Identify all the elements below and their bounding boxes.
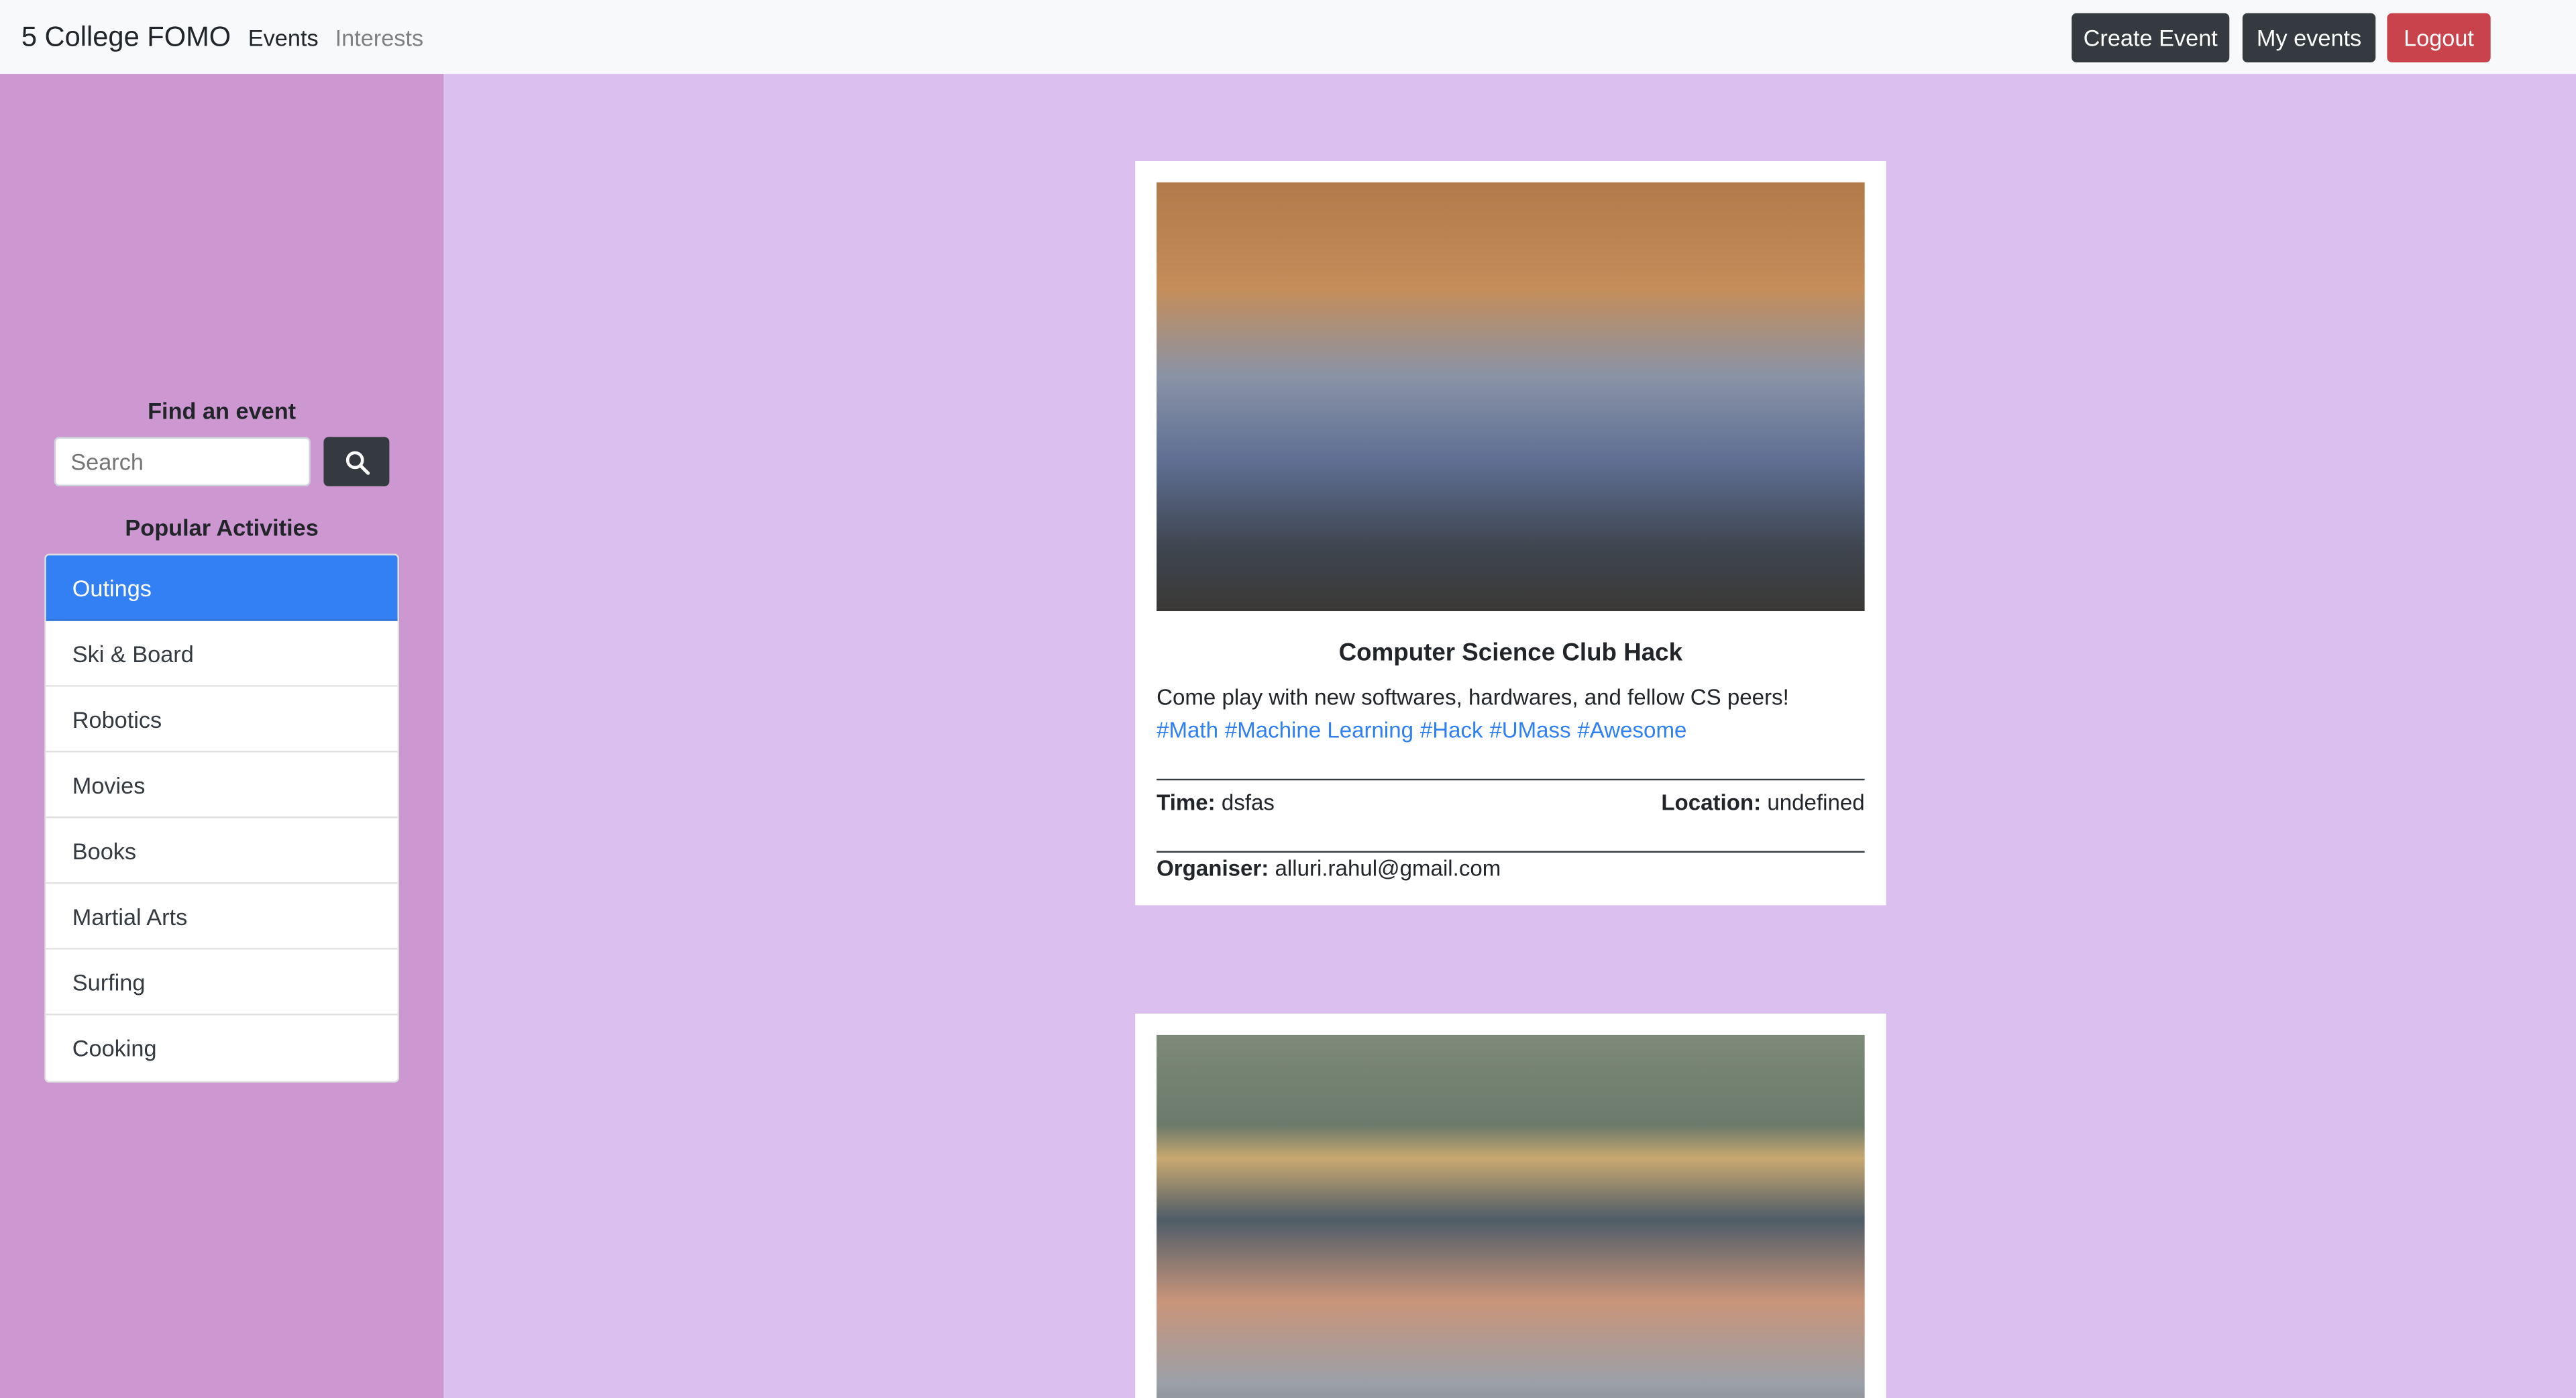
popular-activities-heading: Popular Activities bbox=[125, 514, 319, 541]
event-image bbox=[1157, 1034, 1865, 1398]
event-title: Computer Science Club Hack bbox=[1338, 639, 1683, 667]
organiser-label: Organiser: bbox=[1157, 855, 1269, 881]
search-icon bbox=[345, 450, 369, 474]
time-location-row: Time: dsfas Location: undefined bbox=[1157, 790, 1865, 815]
tag-link[interactable]: #UMass bbox=[1489, 718, 1570, 743]
event-location: Location: undefined bbox=[1661, 790, 1864, 815]
activity-list: Outings Ski & Board Robotics Movies Book… bbox=[44, 553, 400, 1083]
brand-logo[interactable]: 5 College FOMO bbox=[21, 21, 231, 54]
activity-item[interactable]: Robotics bbox=[46, 687, 398, 753]
tag-link[interactable]: #Math bbox=[1157, 718, 1218, 743]
activity-item[interactable]: Books bbox=[46, 818, 398, 884]
activity-item[interactable]: Surfing bbox=[46, 950, 398, 1016]
search-button[interactable] bbox=[323, 437, 390, 486]
navbar: 5 College FOMO Events Interests Create E… bbox=[0, 0, 2576, 74]
tag-link[interactable]: #Machine Learning bbox=[1225, 718, 1413, 743]
find-event-heading: Find an event bbox=[148, 397, 297, 424]
event-description: Come play with new softwares, hardwares,… bbox=[1157, 685, 1789, 710]
logout-button[interactable]: Logout bbox=[2387, 13, 2491, 63]
event-tags: #Math #Machine Learning #Hack #UMass #Awesom… bbox=[1157, 718, 1693, 743]
event-card: Computer Science Club Hack Come play wit… bbox=[1135, 161, 1886, 906]
nav-events[interactable]: Events bbox=[248, 25, 319, 51]
create-event-button[interactable]: Create Event bbox=[2072, 13, 2230, 63]
time-label: Time: bbox=[1157, 790, 1216, 815]
tag-link[interactable]: #Awesome bbox=[1577, 718, 1686, 743]
activity-item[interactable]: Cooking bbox=[46, 1015, 398, 1081]
my-events-button[interactable]: My events bbox=[2242, 13, 2376, 63]
event-image bbox=[1157, 182, 1865, 612]
activity-item[interactable]: Outings bbox=[46, 555, 398, 621]
activity-item[interactable]: Ski & Board bbox=[46, 621, 398, 687]
time-value: dsfas bbox=[1221, 790, 1275, 815]
divider bbox=[1157, 778, 1865, 781]
event-organiser: Organiser: alluri.rahul@gmail.com bbox=[1157, 856, 1865, 881]
event-card bbox=[1135, 1014, 1886, 1398]
location-value: undefined bbox=[1767, 790, 1865, 815]
nav-interests[interactable]: Interests bbox=[335, 25, 424, 51]
search-input[interactable] bbox=[54, 437, 311, 486]
event-time: Time: dsfas bbox=[1157, 790, 1275, 815]
sidebar: Find an event Popular Activities Outings… bbox=[0, 74, 444, 1398]
activity-item[interactable]: Movies bbox=[46, 753, 398, 818]
organiser-value: alluri.rahul@gmail.com bbox=[1275, 855, 1501, 881]
divider bbox=[1157, 851, 1865, 853]
location-label: Location: bbox=[1661, 790, 1762, 815]
activity-item[interactable]: Martial Arts bbox=[46, 884, 398, 950]
tag-link[interactable]: #Hack bbox=[1420, 718, 1483, 743]
